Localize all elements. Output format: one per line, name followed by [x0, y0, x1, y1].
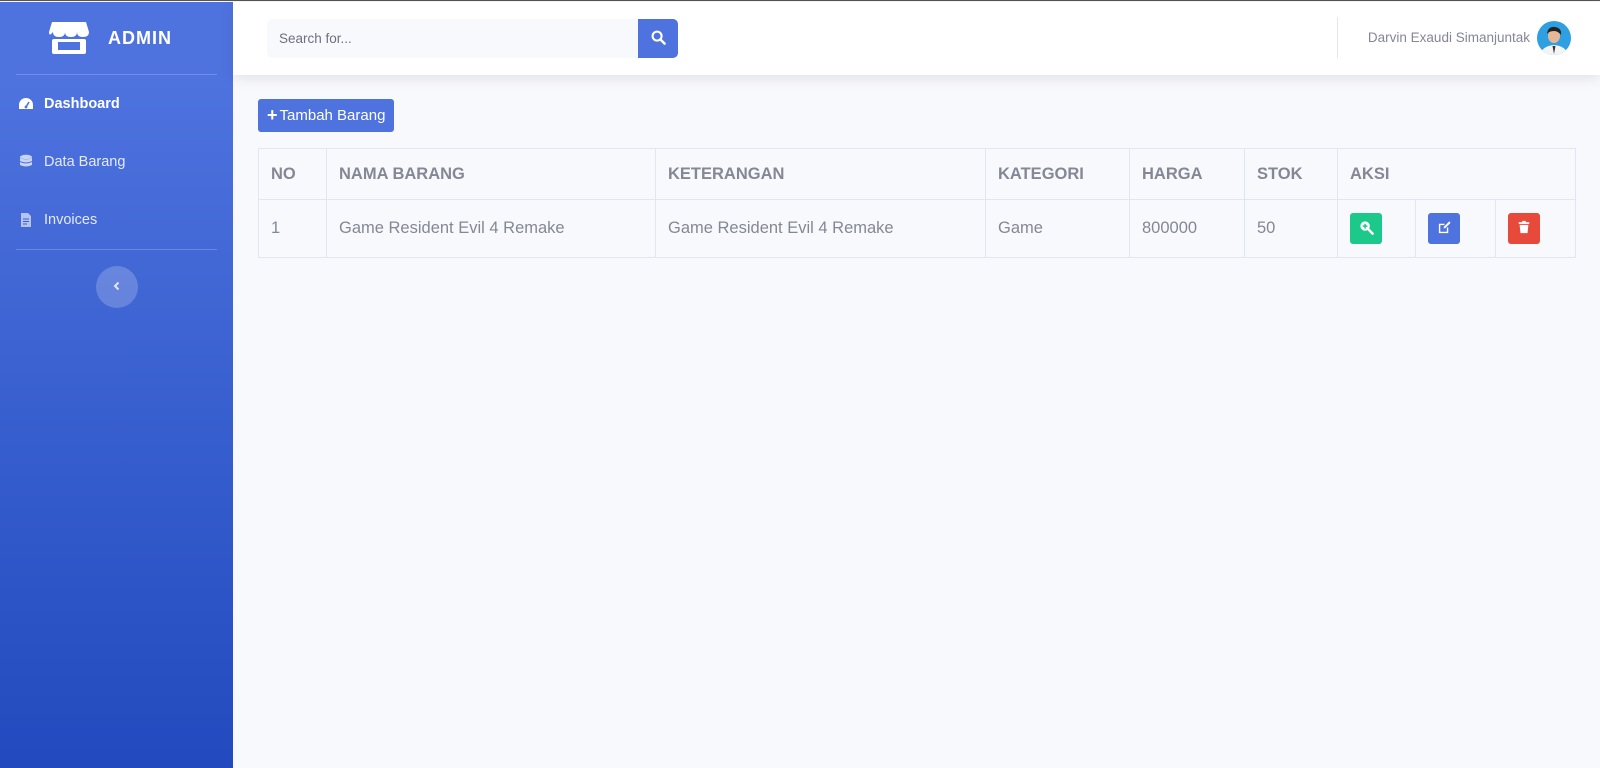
col-header-aksi: AKSI — [1337, 148, 1576, 200]
col-header-no: NO — [258, 148, 327, 200]
search-button[interactable] — [638, 19, 678, 58]
zoom-in-icon — [1359, 220, 1374, 238]
sidebar-item-label: Invoices — [44, 212, 98, 228]
search-group — [267, 19, 678, 58]
sidebar-item-label: Dashboard — [44, 96, 120, 112]
col-header-nama-barang: NAMA BARANG — [326, 148, 656, 200]
user-name[interactable]: Darvin Exaudi Simanjuntak — [1368, 30, 1530, 45]
database-icon — [18, 154, 34, 170]
add-item-label: Tambah Barang — [279, 107, 386, 124]
sidebar-item-dashboard[interactable]: Dashboard — [0, 75, 233, 133]
sidebar-item-label: Data Barang — [44, 154, 126, 170]
cell-stok: 50 — [1244, 199, 1338, 258]
sidebar-item-invoices[interactable]: Invoices — [0, 191, 233, 249]
chevron-left-icon — [112, 278, 122, 296]
delete-button[interactable] — [1508, 213, 1540, 244]
search-icon — [651, 30, 666, 48]
search-input[interactable] — [267, 19, 638, 58]
edit-icon — [1437, 220, 1452, 238]
topbar-divider — [1337, 17, 1338, 58]
cell-action-edit — [1415, 199, 1496, 258]
avatar[interactable] — [1537, 21, 1571, 55]
file-icon — [18, 212, 34, 228]
cell-keterangan: Game Resident Evil 4 Remake — [655, 199, 986, 258]
sidebar-divider — [16, 249, 217, 250]
sidebar-toggle-button[interactable] — [95, 266, 138, 308]
cell-no: 1 — [258, 199, 327, 258]
col-header-stok: STOK — [1244, 148, 1338, 200]
cell-nama-barang: Game Resident Evil 4 Remake — [326, 199, 656, 258]
sidebar-item-data-barang[interactable]: Data Barang — [0, 133, 233, 191]
col-header-harga: HARGA — [1129, 148, 1245, 200]
col-header-kategori: KATEGORI — [985, 148, 1130, 200]
edit-button[interactable] — [1428, 213, 1460, 244]
table-header-row: NO NAMA BARANG KETERANGAN KATEGORI HARGA… — [258, 148, 1576, 200]
brand-title: ADMIN — [108, 27, 172, 48]
detail-button[interactable] — [1350, 213, 1382, 244]
sidebar: ADMIN Dashboard Data Barang Invoices — [0, 2, 233, 768]
cell-harga: 800000 — [1129, 199, 1245, 258]
brand[interactable]: ADMIN — [0, 2, 233, 74]
topbar: Darvin Exaudi Simanjuntak — [233, 2, 1600, 75]
table-row: 1 Game Resident Evil 4 Remake Game Resid… — [258, 199, 1576, 258]
tachometer-icon — [18, 96, 34, 112]
cell-action-delete — [1495, 199, 1576, 258]
trash-icon — [1517, 220, 1531, 237]
cell-action-detail — [1337, 199, 1416, 258]
add-item-button[interactable]: + Tambah Barang — [258, 99, 395, 132]
store-icon — [48, 20, 90, 56]
cell-kategori: Game — [985, 199, 1130, 258]
col-header-keterangan: KETERANGAN — [655, 148, 986, 200]
items-table: NO NAMA BARANG KETERANGAN KATEGORI HARGA… — [258, 148, 1576, 258]
plus-icon: + — [267, 105, 278, 125]
